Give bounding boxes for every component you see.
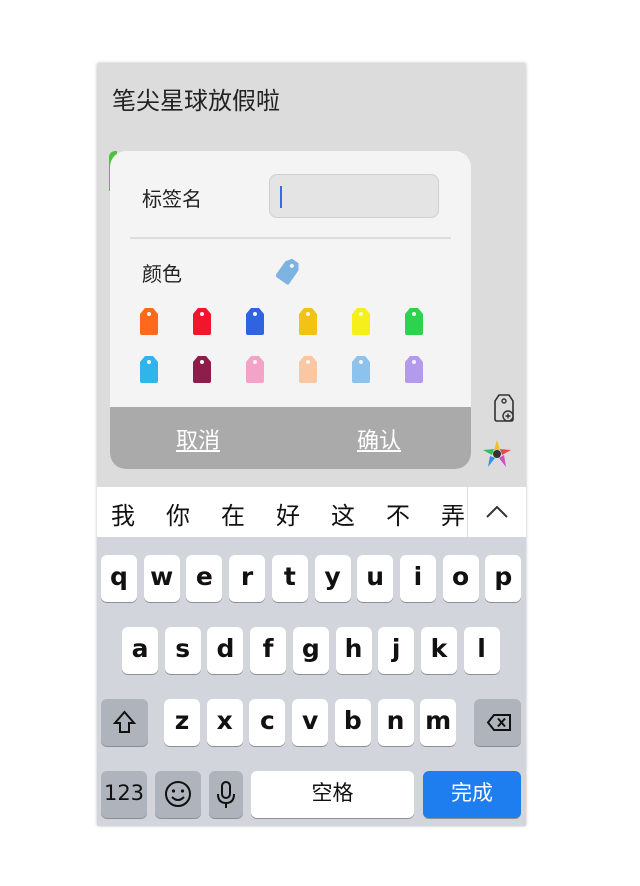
candidate-word[interactable]: 你 <box>166 496 190 531</box>
key-k[interactable]: k <box>420 627 457 674</box>
tag-dialog: 标签名 颜色 取消 确认 <box>110 151 471 469</box>
key-g[interactable]: g <box>292 627 329 674</box>
color-option-tag-icon[interactable] <box>191 306 213 336</box>
color-option-tag-icon[interactable] <box>297 306 319 336</box>
key-h[interactable]: h <box>335 627 372 674</box>
numbers-key[interactable]: 123 <box>101 771 147 818</box>
keyboard: qwertyuiop asdfghjkl zxcvbnm 123 空格 完成 <box>97 537 526 826</box>
tag-name-label: 标签名 <box>142 187 202 211</box>
key-f[interactable]: f <box>250 627 287 674</box>
candidate-word[interactable]: 在 <box>221 496 245 531</box>
key-l[interactable]: l <box>463 627 500 674</box>
key-t[interactable]: t <box>271 555 308 602</box>
candidate-word[interactable]: 好 <box>276 496 300 531</box>
color-option-tag-icon[interactable] <box>191 354 213 384</box>
color-option-tag-icon[interactable] <box>138 354 160 384</box>
key-b[interactable]: b <box>334 699 371 746</box>
microphone-icon <box>217 781 235 808</box>
color-option-tag-icon[interactable] <box>350 306 372 336</box>
space-key[interactable]: 空格 <box>251 771 414 818</box>
key-s[interactable]: s <box>164 627 201 674</box>
divider <box>130 237 451 239</box>
selected-color-tag-icon <box>276 258 299 285</box>
key-a[interactable]: a <box>122 627 158 674</box>
key-y[interactable]: y <box>314 555 351 602</box>
collapse-candidates-button[interactable] <box>467 487 526 537</box>
phone-screen: 笔尖星球放假啦 标签名 颜色 取消 确认 我 你 在 好 这 不 弄 q w e… <box>97 63 526 826</box>
candidate-word[interactable]: 这 <box>331 496 355 531</box>
color-option-tag-icon[interactable] <box>138 306 160 336</box>
color-option-tag-icon[interactable] <box>244 306 266 336</box>
text-caret <box>280 186 282 208</box>
key-v[interactable]: v <box>292 699 329 746</box>
key-e[interactable]: e <box>186 555 223 602</box>
key-w[interactable]: w <box>143 555 180 602</box>
color-label: 颜色 <box>142 262 182 286</box>
candidate-word[interactable]: 我 <box>111 496 135 531</box>
key-z[interactable]: z <box>164 699 200 746</box>
backspace-icon <box>486 714 511 731</box>
chevron-up-icon <box>486 505 508 518</box>
key-i[interactable]: i <box>399 555 436 602</box>
key-c[interactable]: c <box>249 699 286 746</box>
key-q[interactable]: q <box>101 555 137 602</box>
color-option-tag-icon[interactable] <box>403 354 425 384</box>
dialog-footer: 取消 确认 <box>110 407 471 469</box>
shift-key[interactable] <box>101 699 148 746</box>
emoji-key[interactable] <box>155 771 201 818</box>
key-j[interactable]: j <box>378 627 415 674</box>
backspace-key[interactable] <box>474 699 521 746</box>
color-option-tag-icon[interactable] <box>350 354 372 384</box>
candidate-word[interactable]: 不 <box>386 496 410 531</box>
key-u[interactable]: u <box>357 555 394 602</box>
key-m[interactable]: m <box>420 699 457 746</box>
cancel-button[interactable]: 取消 <box>176 423 220 455</box>
key-p[interactable]: p <box>485 555 522 602</box>
candidate-bar: 我你在好这不弄 <box>97 487 526 537</box>
confirm-button[interactable]: 确认 <box>357 423 401 455</box>
emoji-icon <box>165 781 191 807</box>
dictation-key[interactable] <box>209 771 243 818</box>
tag-name-input[interactable] <box>269 174 439 218</box>
done-key[interactable]: 完成 <box>423 771 521 818</box>
add-tag-icon[interactable] <box>492 393 516 423</box>
color-picker-icon[interactable] <box>480 437 514 471</box>
key-n[interactable]: n <box>377 699 414 746</box>
key-r[interactable]: r <box>229 555 266 602</box>
key-d[interactable]: d <box>207 627 244 674</box>
color-option-tag-icon[interactable] <box>297 354 319 384</box>
color-option-tag-icon[interactable] <box>244 354 266 384</box>
note-title: 笔尖星球放假啦 <box>112 87 280 115</box>
key-o[interactable]: o <box>442 555 479 602</box>
candidate-word[interactable]: 弄 <box>441 496 465 531</box>
color-option-tag-icon[interactable] <box>403 306 425 336</box>
key-x[interactable]: x <box>206 699 243 746</box>
shift-icon <box>112 710 137 733</box>
